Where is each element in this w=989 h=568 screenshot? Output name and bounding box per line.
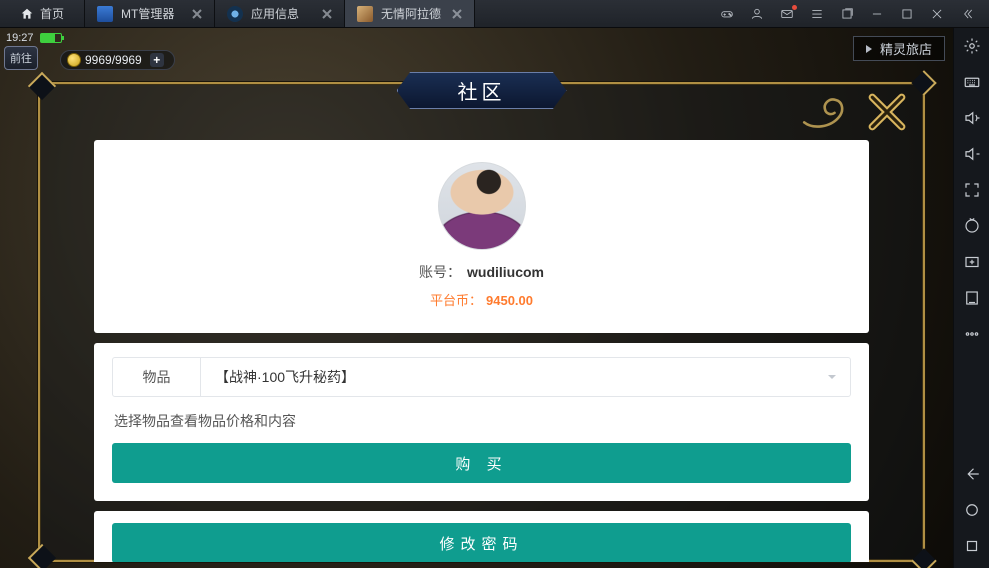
purchase-panel: 物品 【战神·100飞升秘药】 选择物品查看物品价格和内容 购 买 <box>94 343 869 501</box>
app-icon-game <box>357 6 373 22</box>
menu-icon[interactable] <box>809 6 825 22</box>
tab-app-info[interactable]: 应用信息 <box>215 0 345 27</box>
hud-currency-value: 9969/9969 <box>85 53 142 67</box>
battery-icon <box>40 33 62 43</box>
tab-mt-manager[interactable]: MT管理器 <box>85 0 215 27</box>
play-icon <box>866 45 872 53</box>
account-label: 账号： <box>419 264 461 280</box>
account-row: 账号： wudiliucom <box>112 262 851 282</box>
fullscreen-icon[interactable] <box>962 180 982 200</box>
coin-icon <box>67 53 81 67</box>
nav-back-icon[interactable] <box>962 464 982 484</box>
gamepad-icon[interactable] <box>719 6 735 22</box>
hud-back-label: 前往 <box>10 50 32 66</box>
dialog-title-text: 社区 <box>458 82 506 104</box>
volume-up-icon[interactable] <box>962 108 982 128</box>
hud-currency[interactable]: 9969/9969 + <box>60 50 175 70</box>
tab-label: 无情阿拉德 <box>381 5 441 22</box>
keyboard-icon[interactable] <box>962 72 982 92</box>
profile-panel: 账号： wudiliucom 平台币： 9450.00 <box>94 140 869 333</box>
community-dialog: 社区 账号： wudiliucom 平台币： 9450.00 <box>38 82 925 562</box>
more-icon[interactable] <box>962 324 982 344</box>
change-password-button[interactable]: 修改密码 <box>112 523 851 562</box>
popout-icon[interactable] <box>839 6 855 22</box>
emulator-window-controls <box>705 0 989 27</box>
dialog-close-button[interactable] <box>863 92 911 132</box>
coin-label: 平台币： <box>430 293 482 308</box>
purchase-hint: 选择物品查看物品价格和内容 <box>114 411 849 431</box>
tab-close-button[interactable] <box>320 7 334 21</box>
hud-clock: 19:27 <box>6 32 34 44</box>
window-minimize-button[interactable] <box>869 6 885 22</box>
user-icon[interactable] <box>749 6 765 22</box>
settings-icon[interactable] <box>962 36 982 56</box>
buy-button[interactable]: 购 买 <box>112 443 851 483</box>
apk-icon[interactable] <box>962 288 982 308</box>
tab-label: MT管理器 <box>121 5 174 22</box>
dialog-title: 社区 <box>397 72 567 109</box>
tab-close-button[interactable] <box>190 7 204 21</box>
chevron-down-icon <box>814 371 850 383</box>
item-select-value: 【战神·100飞升秘药】 <box>201 367 814 387</box>
nav-recents-icon[interactable] <box>962 536 982 556</box>
record-icon[interactable] <box>962 216 982 236</box>
window-close-button[interactable] <box>929 6 945 22</box>
tab-close-button[interactable] <box>450 7 464 21</box>
tab-home-label: 首页 <box>40 5 64 22</box>
add-currency-button[interactable]: + <box>150 53 164 67</box>
tab-home[interactable]: 首页 <box>0 0 85 27</box>
password-panel: 修改密码 <box>94 511 869 562</box>
collapse-sidebar-icon[interactable] <box>959 6 975 22</box>
hud-banner[interactable]: 精灵旅店 <box>853 36 945 61</box>
tab-game[interactable]: 无情阿拉德 <box>345 0 475 27</box>
close-icon <box>192 9 202 19</box>
close-icon <box>322 9 332 19</box>
app-icon-gear <box>227 6 243 22</box>
game-viewport: 19:27 前往 9969/9969 + 精灵旅店 社区 <box>0 28 953 568</box>
tab-label: 应用信息 <box>251 5 299 22</box>
dialog-ornament-icon <box>795 92 855 132</box>
app-icon-mt <box>97 6 113 22</box>
hud-banner-label: 精灵旅店 <box>880 39 932 58</box>
mail-icon[interactable] <box>779 6 795 22</box>
emulator-sidebar <box>953 28 989 568</box>
close-icon <box>452 9 462 19</box>
item-select-label: 物品 <box>113 357 201 397</box>
coin-value: 9450.00 <box>486 293 533 308</box>
avatar <box>438 162 526 250</box>
add-window-icon[interactable] <box>962 252 982 272</box>
volume-down-icon[interactable] <box>962 144 982 164</box>
hud-back-button[interactable]: 前往 <box>4 46 38 70</box>
hud-status: 19:27 <box>6 32 62 44</box>
window-maximize-button[interactable] <box>899 6 915 22</box>
account-value: wudiliucom <box>467 264 544 280</box>
platform-coin-row: 平台币： 9450.00 <box>112 290 851 309</box>
emulator-tab-strip: 首页 MT管理器 应用信息 无情阿拉德 <box>0 0 989 28</box>
home-icon <box>20 7 34 21</box>
buy-button-label: 购 买 <box>455 456 507 473</box>
item-select[interactable]: 物品 【战神·100飞升秘药】 <box>112 357 851 397</box>
change-password-label: 修改密码 <box>439 536 523 553</box>
nav-home-icon[interactable] <box>962 500 982 520</box>
close-x-icon <box>866 91 908 133</box>
